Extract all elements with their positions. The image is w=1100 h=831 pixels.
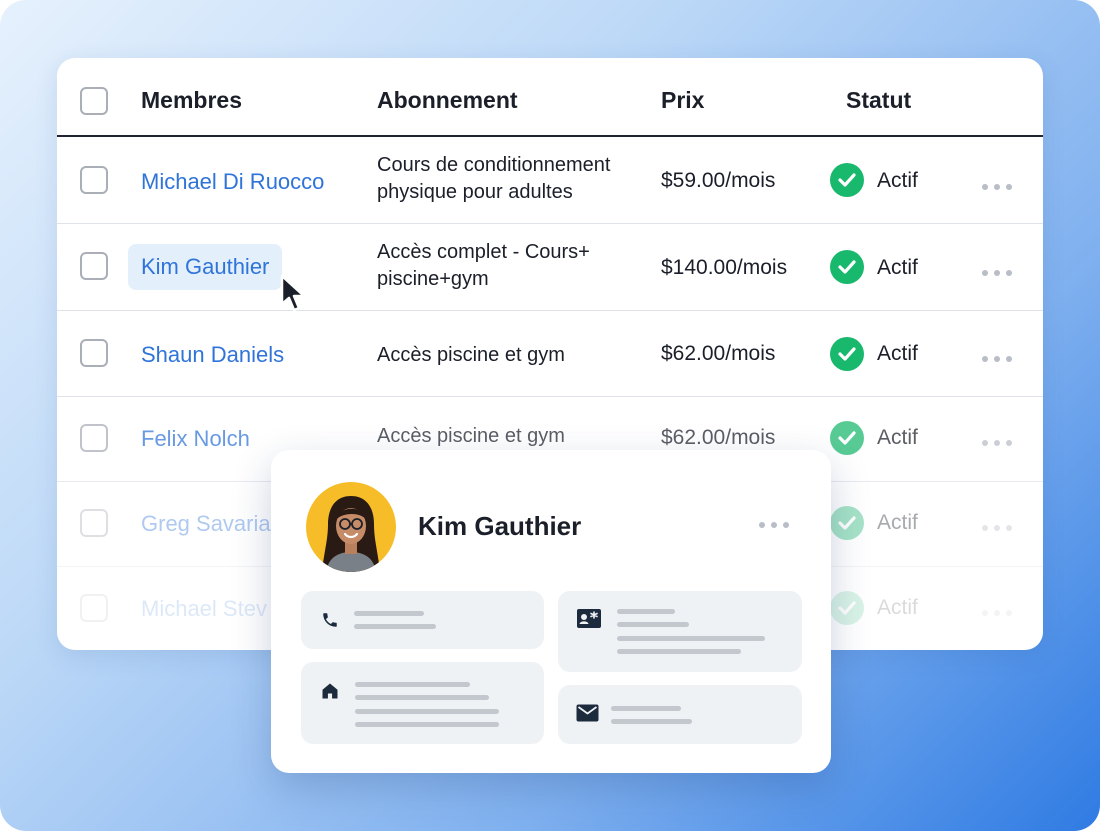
placeholder-line [355, 682, 470, 687]
status-text: Actif [877, 342, 918, 365]
member-link[interactable]: Michael Di Ruocco [141, 169, 324, 195]
row-checkbox[interactable] [80, 424, 108, 452]
price-cell: $59.00/mois [661, 169, 776, 192]
row-checkbox[interactable] [80, 166, 108, 194]
placeholder-line [611, 719, 692, 724]
check-circle-icon [830, 506, 864, 540]
mouse-pointer-icon [280, 274, 306, 312]
status-text: Actif [877, 426, 918, 449]
phone-icon [323, 613, 337, 627]
placeholder-line [354, 611, 424, 616]
placeholder-line [354, 624, 436, 629]
placeholder-line [617, 609, 675, 614]
check-circle-icon [830, 163, 864, 197]
member-link[interactable]: Michael Stev [141, 596, 267, 622]
member-link[interactable]: Shaun Daniels [141, 342, 284, 368]
price-cell: $62.00/mois [661, 426, 776, 449]
row-checkbox[interactable] [80, 339, 108, 367]
header-price[interactable]: Prix [661, 87, 704, 114]
subscription-cell: Cours de conditionnement physique pour a… [377, 154, 611, 203]
address-tile[interactable] [301, 662, 544, 744]
price-cell: $62.00/mois [661, 342, 776, 365]
member-link[interactable]: Greg Savaria [141, 511, 271, 537]
subscription-cell: Accès piscine et gym [377, 425, 565, 447]
price-cell: $140.00/mois [661, 256, 788, 279]
check-circle-icon [830, 591, 864, 625]
table-row[interactable]: Shaun Daniels Accès piscine et gym $62.0… [57, 310, 1043, 397]
placeholder-line [355, 709, 499, 714]
more-options-icon[interactable] [982, 518, 1022, 531]
row-checkbox[interactable] [80, 594, 108, 622]
table-row[interactable]: Kim Gauthier Accès complet - Cours+ pisc… [57, 223, 1043, 311]
placeholder-line [355, 722, 499, 727]
contact-card-popup: Kim Gauthier [271, 450, 831, 773]
placeholder-line [355, 695, 489, 700]
check-circle-icon [830, 250, 864, 284]
member-link[interactable]: Kim Gauthier [128, 244, 283, 290]
more-options-icon[interactable] [982, 263, 1022, 276]
contact-details-tile[interactable] [558, 591, 802, 672]
header-subscription[interactable]: Abonnement [377, 87, 518, 114]
status-text: Actif [877, 256, 918, 279]
placeholder-line [617, 636, 765, 641]
table-header: Membres Abonnement Prix Statut [57, 58, 1043, 137]
member-link[interactable]: Felix Nolch [141, 426, 250, 452]
avatar [306, 482, 396, 572]
select-all-checkbox[interactable] [80, 87, 108, 115]
header-status[interactable]: Statut [846, 87, 911, 114]
status-text: Actif [877, 169, 918, 192]
more-options-icon[interactable] [982, 349, 1022, 362]
more-options-icon[interactable] [982, 177, 1022, 190]
subscription-cell: Accès complet - Cours+ piscine+gym [377, 241, 590, 290]
phone-tile[interactable] [301, 591, 544, 649]
home-icon [322, 683, 338, 699]
row-checkbox[interactable] [80, 252, 108, 280]
subscription-cell: Accès piscine et gym [377, 344, 565, 366]
contact-card-icon [577, 609, 601, 628]
status-text: Actif [877, 596, 918, 619]
row-checkbox[interactable] [80, 509, 108, 537]
more-options-icon[interactable] [982, 433, 1022, 446]
email-tile[interactable] [558, 685, 802, 744]
more-options-icon[interactable] [759, 515, 799, 528]
more-options-icon[interactable] [982, 603, 1022, 616]
header-members[interactable]: Membres [141, 87, 242, 114]
placeholder-line [617, 622, 689, 627]
contact-name: Kim Gauthier [418, 511, 582, 541]
status-text: Actif [877, 511, 918, 534]
placeholder-line [611, 706, 681, 711]
mail-icon [576, 704, 599, 722]
placeholder-line [617, 649, 741, 654]
check-circle-icon [830, 337, 864, 371]
check-circle-icon [830, 421, 864, 455]
table-row[interactable]: Michael Di Ruocco Cours de conditionneme… [57, 137, 1043, 224]
